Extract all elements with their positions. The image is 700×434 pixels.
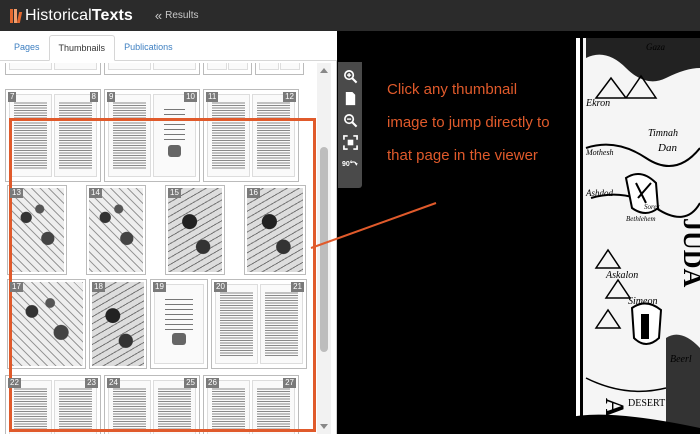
map-label: Ashdod	[586, 188, 613, 198]
app-window: HistoricalTexts « Results Pages Thumbnai…	[0, 0, 700, 434]
annotation-callout: Click any thumbnail image to jump direct…	[387, 81, 550, 164]
page-number-badge: 17	[10, 282, 23, 292]
page-number-badge: 22	[8, 378, 21, 388]
svg-text:A: A	[600, 398, 629, 417]
page-number-badge: 9	[107, 92, 116, 102]
page-number-badge: 18	[92, 282, 105, 292]
page-number-badge: 26	[206, 378, 219, 388]
page-number-badge: 23	[85, 378, 98, 388]
map-label: Bue-la-haro	[652, 424, 682, 430]
page-number-badge: 14	[89, 188, 102, 198]
page-number-badge: 24	[107, 378, 120, 388]
map-label: Dan	[658, 142, 677, 154]
map-label: DESERT	[628, 398, 666, 409]
page-number-badge: 27	[283, 378, 296, 388]
map-label: Bethlehem	[626, 215, 656, 223]
map-label: Mothesh	[586, 148, 614, 157]
page-number-badge: 7	[8, 92, 17, 102]
page-number-badge: 10	[184, 92, 197, 102]
map-label: Beerl	[670, 354, 692, 365]
page-number-badge: 19	[153, 282, 166, 292]
map-label: Sorek	[644, 203, 660, 211]
page-number-badge: 15	[168, 188, 181, 198]
page-number-badge: 13	[10, 188, 23, 198]
map-label: Ekron	[586, 98, 611, 109]
page-number-badge: 11	[206, 92, 219, 102]
page-viewer-map[interactable]: JUDA A Gaza Ekron Timnah Dan Mothesh Ash…	[566, 38, 700, 434]
page-number-badge: 21	[291, 282, 304, 292]
page-number-badge: 20	[214, 282, 227, 292]
page-number-badge: 8	[89, 92, 98, 102]
page-number-badge: 12	[283, 92, 296, 102]
svg-text:JUDA: JUDA	[678, 218, 700, 288]
map-label: Timnah	[648, 128, 679, 139]
map-label: Gaza	[646, 42, 666, 52]
map-label: Askalon	[606, 270, 639, 281]
page-number-badge: 16	[247, 188, 260, 198]
page-number-badge: 25	[184, 378, 197, 388]
map-label: Simeon	[628, 296, 658, 307]
map-label: Majuma	[610, 416, 640, 426]
